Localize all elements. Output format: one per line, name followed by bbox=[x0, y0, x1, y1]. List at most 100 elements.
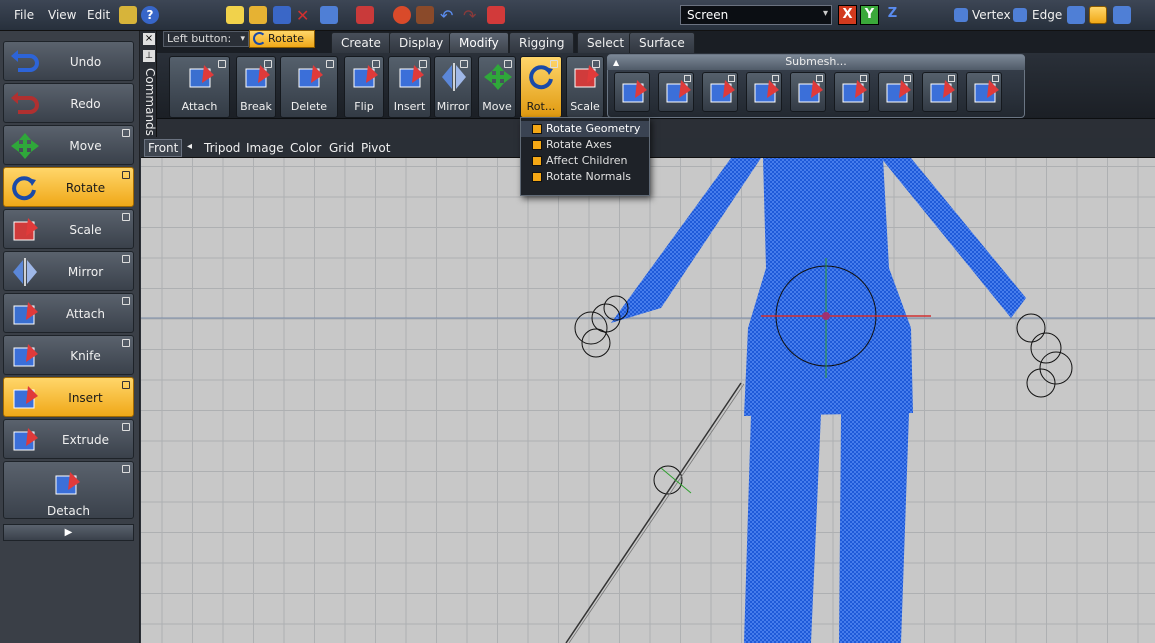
face-mode-icon[interactable] bbox=[1067, 6, 1085, 24]
tab-select[interactable]: Select bbox=[577, 32, 635, 53]
axis-x-button[interactable]: X bbox=[838, 5, 857, 25]
options-corner-icon[interactable] bbox=[122, 129, 130, 137]
ribbon-scale-button[interactable]: Scale bbox=[566, 56, 604, 118]
checkbox-icon[interactable] bbox=[532, 124, 542, 134]
options-corner-icon[interactable] bbox=[419, 60, 427, 68]
ribbon-flip-button[interactable]: Flip bbox=[344, 56, 384, 118]
viewport-image-menu[interactable]: Image bbox=[246, 141, 284, 155]
ribbon-break-button[interactable]: Break bbox=[236, 56, 276, 118]
submesh-cut-button[interactable] bbox=[746, 72, 782, 112]
left-panel-detach-button[interactable]: Detach bbox=[3, 461, 134, 519]
checkbox-icon[interactable] bbox=[532, 172, 542, 182]
options-corner-icon[interactable] bbox=[372, 60, 380, 68]
menu-edit[interactable]: Edit bbox=[87, 8, 110, 22]
coordinate-space-select[interactable]: Screen ▾ bbox=[680, 5, 832, 25]
submesh-brush-button[interactable] bbox=[658, 72, 694, 112]
viewport-grid-menu[interactable]: Grid bbox=[329, 141, 354, 155]
options-corner-icon[interactable] bbox=[592, 60, 600, 68]
submesh-cube-button[interactable] bbox=[614, 72, 650, 112]
options-corner-icon[interactable] bbox=[122, 423, 130, 431]
options-corner-icon[interactable] bbox=[948, 75, 955, 82]
left-panel-extrude-button[interactable]: Extrude bbox=[3, 419, 134, 459]
options-corner-icon[interactable] bbox=[684, 75, 691, 82]
left-button-label[interactable]: Left button: ▾ bbox=[163, 31, 249, 47]
left-panel-redo-button[interactable]: Redo bbox=[3, 83, 134, 123]
edge-mode-icon[interactable] bbox=[1013, 8, 1027, 22]
submesh-title[interactable]: Submesh... bbox=[607, 55, 1025, 70]
left-panel-mirror-button[interactable]: Mirror bbox=[3, 251, 134, 291]
tab-surface[interactable]: Surface bbox=[629, 32, 695, 53]
view-select[interactable]: Front bbox=[144, 139, 183, 157]
options-corner-icon[interactable] bbox=[122, 297, 130, 305]
left-panel-undo-button[interactable]: Undo bbox=[3, 41, 134, 81]
import-icon[interactable] bbox=[320, 6, 338, 24]
options-corner-icon[interactable] bbox=[904, 75, 911, 82]
options-corner-icon[interactable] bbox=[122, 213, 130, 221]
tab-create[interactable]: Create bbox=[331, 32, 391, 53]
pin-icon[interactable]: ⊥ bbox=[143, 50, 155, 62]
options-corner-icon[interactable] bbox=[264, 60, 272, 68]
options-corner-icon[interactable] bbox=[860, 75, 867, 82]
options-corner-icon[interactable] bbox=[218, 60, 226, 68]
tab-display[interactable]: Display bbox=[389, 32, 454, 53]
options-corner-icon[interactable] bbox=[122, 339, 130, 347]
left-panel-attach-button[interactable]: Attach bbox=[3, 293, 134, 333]
options-corner-icon[interactable] bbox=[122, 465, 130, 473]
options-corner-icon[interactable] bbox=[772, 75, 779, 82]
commands-tab-label[interactable]: Commands bbox=[141, 68, 157, 136]
help-icon[interactable]: ? bbox=[141, 6, 159, 24]
options-corner-icon[interactable] bbox=[122, 381, 130, 389]
edge-mode-label[interactable]: Edge bbox=[1032, 8, 1062, 22]
menu-item-rotate-axes[interactable]: Rotate Axes bbox=[521, 137, 649, 153]
menu-item-affect-children[interactable]: Affect Children bbox=[521, 153, 649, 169]
checkbox-icon[interactable] bbox=[532, 140, 542, 150]
plugin-icon[interactable] bbox=[119, 6, 137, 24]
submesh-box-select-button[interactable] bbox=[790, 72, 826, 112]
ribbon-move-button[interactable]: Move bbox=[478, 56, 516, 118]
left-panel-knife-button[interactable]: Knife bbox=[3, 335, 134, 375]
render-icon[interactable] bbox=[393, 6, 411, 24]
options-corner-icon[interactable] bbox=[326, 60, 334, 68]
options-corner-icon[interactable] bbox=[728, 75, 735, 82]
save-icon[interactable] bbox=[273, 6, 291, 24]
left-panel-scale-button[interactable]: Scale bbox=[3, 209, 134, 249]
submesh-slice-button[interactable] bbox=[834, 72, 870, 112]
3d-viewport[interactable] bbox=[141, 158, 1155, 643]
close-icon[interactable]: × bbox=[143, 33, 155, 45]
undo-small-icon[interactable]: ↶ bbox=[440, 6, 458, 25]
group-mode-icon[interactable] bbox=[1113, 6, 1131, 24]
options-corner-icon[interactable] bbox=[992, 75, 999, 82]
submesh-triangulate-button[interactable] bbox=[878, 72, 914, 112]
left-panel-move-button[interactable]: Move bbox=[3, 125, 134, 165]
tab-rigging[interactable]: Rigging bbox=[509, 32, 575, 53]
left-panel-more-button[interactable]: ▶ bbox=[3, 524, 134, 541]
left-panel-rotate-button[interactable]: Rotate bbox=[3, 167, 134, 207]
ribbon-delete-button[interactable]: Delete bbox=[280, 56, 338, 118]
refresh-icon[interactable] bbox=[487, 6, 505, 24]
object-mode-icon[interactable] bbox=[1089, 6, 1107, 24]
submesh-bevel-button[interactable] bbox=[922, 72, 958, 112]
open-folder-icon[interactable] bbox=[249, 6, 267, 24]
checkbox-icon[interactable] bbox=[532, 156, 542, 166]
redo-small-icon[interactable]: ↷ bbox=[463, 6, 481, 25]
close-file-icon[interactable]: ✕ bbox=[296, 6, 314, 25]
viewport-tripod-menu[interactable]: Tripod bbox=[204, 141, 240, 155]
menu-file[interactable]: File bbox=[14, 8, 34, 22]
ribbon-insert-button[interactable]: Insert bbox=[388, 56, 431, 118]
material-icon[interactable] bbox=[416, 6, 434, 24]
menu-item-rotate-geometry[interactable]: Rotate Geometry bbox=[521, 121, 649, 137]
options-corner-icon[interactable] bbox=[550, 60, 558, 68]
vertex-mode-label[interactable]: Vertex bbox=[972, 8, 1011, 22]
left-panel-insert-button[interactable]: Insert bbox=[3, 377, 134, 417]
ribbon-mirror-button[interactable]: Mirror bbox=[434, 56, 472, 118]
viewport-pivot-menu[interactable]: Pivot bbox=[361, 141, 390, 155]
ribbon-rotate-button[interactable]: Rot... bbox=[520, 56, 562, 118]
vertex-mode-icon[interactable] bbox=[954, 8, 968, 22]
tab-modify[interactable]: Modify bbox=[449, 32, 509, 53]
options-corner-icon[interactable] bbox=[504, 60, 512, 68]
collapse-up-icon[interactable]: ▲ bbox=[613, 58, 619, 67]
submesh-grid-button[interactable] bbox=[966, 72, 1002, 112]
menu-item-rotate-normals[interactable]: Rotate Normals bbox=[521, 169, 649, 185]
viewport-color-menu[interactable]: Color bbox=[290, 141, 321, 155]
axis-z-button[interactable]: Z bbox=[883, 5, 902, 25]
